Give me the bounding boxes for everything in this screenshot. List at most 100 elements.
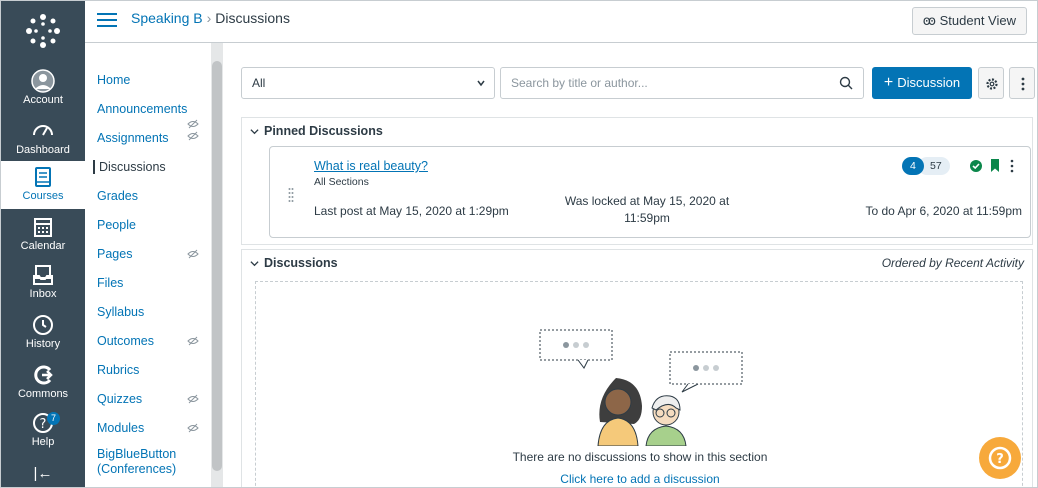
filter-select[interactable]: All [241,67,495,99]
account-icon [31,69,55,93]
chevron-down-icon [250,261,259,267]
global-nav-label: Calendar [20,240,66,252]
pinned-section-title: Pinned Discussions [264,124,383,138]
filter-select-value: All [252,76,266,90]
commons-icon [34,365,53,385]
search-icon [839,76,853,90]
locked-line-1: Was locked at May 15, 2020 at [564,194,730,208]
global-nav-inbox[interactable]: Inbox [1,259,85,307]
course-nav-syllabus[interactable]: Syllabus [97,305,144,319]
course-nav-bigbluebutton[interactable]: BigBlueButton [97,447,176,461]
global-nav-label: History [25,338,61,350]
help-icon: ? [988,446,1012,470]
course-nav-outcomes[interactable]: Outcomes [97,334,154,348]
student-view-icon: ꙭ [922,13,936,28]
global-nav-commons[interactable]: Commons [1,359,85,407]
hidden-eye-icon [187,119,199,129]
courses-icon [35,167,51,187]
drag-handle-icon[interactable] [288,187,294,203]
breadcrumb: Speaking B › Discussions [131,10,290,26]
global-nav-label: Inbox [29,288,57,300]
global-nav-label: Courses [22,190,64,202]
svg-text:?: ? [40,417,47,432]
hamburger-menu-icon[interactable] [97,11,117,29]
global-nav-label: Account [23,94,63,106]
add-discussion-link[interactable]: Click here to add a discussion [256,472,1024,486]
discussions-section-title: Discussions [264,256,338,270]
bookmark-icon[interactable] [990,159,1000,172]
global-nav-label: Commons [17,388,69,400]
hidden-eye-icon [187,394,199,404]
global-nav-history[interactable]: History [1,309,85,357]
published-check-icon[interactable] [970,160,982,172]
canvas-logo-icon[interactable] [23,11,63,51]
course-nav-grades[interactable]: Grades [97,189,138,203]
help-badge: 7 [47,412,60,425]
inbox-icon [33,265,53,285]
course-nav-conferences[interactable]: (Conferences) [97,462,176,476]
hidden-eye-icon [187,423,199,433]
global-nav-courses[interactable]: Courses [1,161,85,209]
calendar-icon [34,218,52,237]
search-input[interactable]: Search by title or author... [500,67,864,99]
chevron-down-icon [250,129,259,135]
course-nav-pages[interactable]: Pages [97,247,132,261]
gear-icon [986,78,998,90]
course-nav-rubrics[interactable]: Rubrics [97,363,139,377]
discussion-last-post: Last post at May 15, 2020 at 1:29pm [314,204,509,218]
course-nav-modules[interactable]: Modules [97,421,144,435]
empty-discussions-dropzone: There are no discussions to show in this… [255,281,1024,487]
add-discussion-label: Discussion [897,75,961,90]
global-nav-label: Dashboard [16,144,70,156]
breadcrumb-separator: › [206,10,212,26]
canvas-discussions-page: Account Dashboard Courses Calendar Inbox… [0,0,1038,488]
history-icon [33,315,53,335]
breadcrumb-current: Discussions [215,10,290,26]
course-nav-assignments[interactable]: Assignments [97,131,169,145]
chevron-down-icon [477,80,485,87]
unread-replies-badge: 4 [902,157,924,175]
course-nav-quizzes[interactable]: Quizzes [97,392,142,406]
global-nav-dashboard[interactable]: Dashboard [1,115,85,163]
global-nav-label: Help [31,436,55,448]
discussion-title-link[interactable]: What is real beauty? [314,159,428,173]
course-nav-files[interactable]: Files [97,276,123,290]
discussion-sections: All Sections [314,176,369,188]
hidden-eye-icon [187,131,199,141]
discussion-options-icon[interactable] [1010,159,1014,173]
page-options-button[interactable] [1009,67,1035,99]
student-view-button[interactable]: ꙭ Student View [911,7,1027,35]
student-view-label: Student View [939,13,1016,28]
collapse-icon: |← [33,465,53,482]
breadcrumb-course-link[interactable]: Speaking B [131,10,203,26]
collapse-nav-button[interactable]: |← [1,465,85,487]
locked-line-2: 11:59pm [624,211,670,225]
page-header: Speaking B › Discussions ꙭ Student View [85,1,1037,43]
global-nav-help[interactable]: ? 7 Help [1,407,85,455]
empty-state-people-illustration [539,329,743,446]
pinned-discussion-card[interactable]: What is real beauty? All Sections Last p… [269,146,1031,238]
hidden-eye-icon [187,336,199,346]
hidden-eye-icon [187,249,199,259]
global-nav-calendar[interactable]: Calendar [1,211,85,259]
discussion-locked-info: Was locked at May 15, 2020 at 11:59pm [562,193,732,227]
course-nav-people[interactable]: People [97,218,136,232]
global-nav: Account Dashboard Courses Calendar Inbox… [1,1,85,487]
scrollbar-thumb[interactable] [212,61,222,471]
course-nav-discussions[interactable]: Discussions [93,160,166,174]
discussion-todo-date: To do Apr 6, 2020 at 11:59pm [865,204,1022,218]
discussions-section-header[interactable]: Discussions Ordered by Recent Activity [241,249,1033,277]
help-tray-button[interactable]: ? [979,437,1021,479]
plus-icon: + [883,74,894,91]
global-nav-account[interactable]: Account [1,65,85,113]
dashboard-icon [33,125,53,136]
course-nav-announcements[interactable]: Announcements [97,102,187,116]
course-nav: Home Announcements Assignments Discussio… [85,43,211,487]
empty-state-message: There are no discussions to show in this… [512,450,768,464]
add-discussion-button[interactable]: + Discussion [872,67,972,99]
svg-text:?: ? [996,452,1004,467]
settings-button[interactable] [978,67,1004,99]
course-nav-home[interactable]: Home [97,73,130,87]
pinned-section-header[interactable]: Pinned Discussions [241,117,1033,145]
kebab-menu-icon [1021,77,1025,91]
